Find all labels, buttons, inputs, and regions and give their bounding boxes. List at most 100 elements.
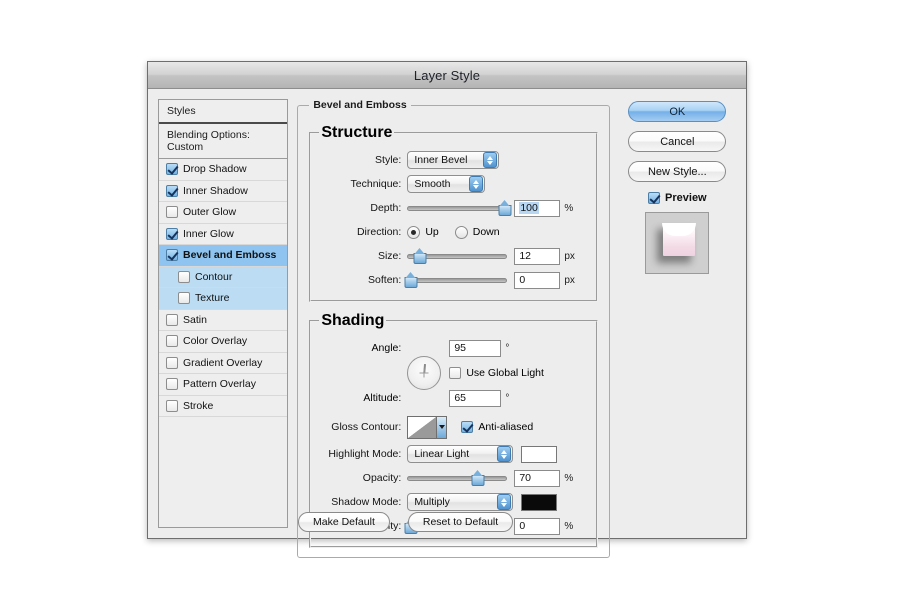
preview-checkbox[interactable] — [648, 192, 661, 204]
highlight-mode-select[interactable]: Linear Light — [407, 445, 514, 463]
slider-thumb[interactable] — [404, 272, 418, 288]
sidebar-item-label: Inner Shadow — [183, 184, 248, 197]
sidebar-item-pattern-overlay[interactable]: Pattern Overlay — [159, 374, 288, 396]
layer-style-dialog: Layer Style Styles Blending Options: Cus… — [147, 61, 747, 558]
chevron-down-icon[interactable] — [436, 416, 447, 438]
new-style-button[interactable]: New Style... — [628, 161, 727, 182]
effect-checkbox[interactable] — [178, 270, 190, 283]
slider-thumb[interactable] — [498, 200, 512, 216]
dialog-actions: OK Cancel New Style... Preview — [619, 99, 736, 539]
dialog-title: Layer Style — [413, 67, 481, 83]
sidebar-item-label: Stroke — [183, 399, 214, 412]
sidebar-item-texture[interactable]: Texture — [159, 288, 288, 310]
gloss-contour-label: Gloss Contour: — [331, 421, 402, 433]
sidebar-header-styles[interactable]: Styles — [159, 100, 288, 124]
cancel-button[interactable]: Cancel — [628, 131, 727, 152]
style-select[interactable]: Inner Bevel — [407, 151, 500, 169]
depth-input[interactable]: 100 — [514, 199, 561, 217]
shadow-color-swatch[interactable] — [521, 493, 558, 511]
altitude-value-row: 65 ° — [449, 386, 587, 410]
anti-aliased-checkbox[interactable] — [461, 421, 474, 433]
sidebar-item-bevel-and-emboss[interactable]: Bevel and Emboss — [159, 245, 288, 267]
size-label: Size: — [377, 250, 402, 262]
effect-checkbox[interactable] — [166, 378, 178, 391]
effect-checkbox[interactable] — [166, 313, 178, 326]
gloss-contour-picker[interactable] — [407, 415, 448, 439]
sidebar-item-outer-glow[interactable]: Outer Glow — [159, 202, 288, 224]
effect-checkbox[interactable] — [166, 335, 178, 348]
shadow-mode-select[interactable]: Multiply — [407, 493, 514, 511]
sidebar-item-blending-options[interactable]: Blending Options: Custom — [159, 124, 288, 159]
technique-value: Smooth — [414, 178, 451, 190]
sidebar-item-gradient-overlay[interactable]: Gradient Overlay — [159, 353, 288, 374]
effect-checkbox[interactable] — [166, 206, 178, 219]
sidebar-effects-list: Drop Shadow Inner Shadow Outer Glow Inner G… — [159, 159, 288, 527]
direction-label: Direction: — [356, 226, 402, 238]
use-global-light-label: Use Global Light — [466, 367, 544, 379]
stepper-icon[interactable] — [497, 494, 512, 510]
size-input[interactable]: 12 — [514, 247, 561, 265]
highlight-mode-label: Highlight Mode: — [328, 448, 402, 460]
direction-down-radio[interactable] — [454, 225, 468, 239]
sidebar-item-satin[interactable]: Satin — [159, 310, 288, 331]
soften-input[interactable]: 0 — [514, 271, 561, 289]
use-global-light-checkbox[interactable] — [449, 367, 462, 379]
effect-checkbox[interactable] — [166, 163, 178, 176]
dialog-titlebar: Layer Style — [148, 62, 746, 89]
global-light-row: Use Global Light — [449, 360, 587, 386]
effect-checkbox[interactable] — [166, 227, 178, 240]
angle-input[interactable]: 95 — [449, 339, 502, 357]
sidebar-item-label: Texture — [195, 292, 230, 305]
make-default-button[interactable]: Make Default — [298, 512, 390, 532]
altitude-label: Altitude: — [363, 392, 402, 404]
size-slider[interactable] — [407, 248, 508, 264]
stepper-icon[interactable] — [497, 446, 512, 462]
direction-row: Direction: Up Down — [319, 220, 587, 244]
altitude-input[interactable]: 65 — [449, 389, 502, 407]
stepper-icon[interactable] — [483, 152, 498, 168]
depth-unit: % — [564, 202, 574, 214]
effect-checkbox[interactable] — [166, 356, 178, 369]
ok-button[interactable]: OK — [628, 101, 727, 122]
sidebar-item-color-overlay[interactable]: Color Overlay — [159, 331, 288, 353]
thumbnail-shape — [662, 223, 697, 256]
technique-select[interactable]: Smooth — [407, 175, 486, 193]
effect-checkbox[interactable] — [166, 399, 178, 412]
dial-crosshair-icon — [419, 368, 429, 378]
direction-up-radio[interactable] — [407, 225, 421, 239]
sidebar-item-stroke[interactable]: Stroke — [159, 396, 288, 417]
sidebar-item-inner-shadow[interactable]: Inner Shadow — [159, 181, 288, 202]
gloss-contour-row: Gloss Contour: Anti-aliased — [319, 412, 587, 442]
direction-up-label: Up — [425, 226, 439, 238]
depth-label: Depth: — [370, 202, 402, 214]
highlight-opacity-slider[interactable] — [407, 470, 508, 486]
slider-thumb[interactable] — [471, 470, 485, 486]
sidebar-item-label: Drop Shadow — [183, 163, 247, 176]
effect-checkbox[interactable] — [166, 184, 178, 197]
shadow-opacity-input[interactable]: 0 — [514, 517, 561, 535]
preview-toggle-row: Preview — [648, 192, 707, 204]
slider-thumb[interactable] — [413, 248, 427, 264]
anti-aliased-label: Anti-aliased — [478, 421, 534, 433]
stepper-icon[interactable] — [469, 176, 484, 192]
highlight-opacity-unit: % — [564, 472, 574, 484]
highlight-opacity-input[interactable]: 70 — [514, 469, 561, 487]
angle-value: 95 — [454, 342, 466, 354]
dialog-footer: Make Default Reset to Default — [298, 512, 514, 532]
depth-slider[interactable] — [407, 200, 512, 216]
effect-checkbox[interactable] — [166, 249, 178, 262]
altitude-value: 65 — [454, 392, 466, 404]
sidebar-item-label: Pattern Overlay — [183, 378, 256, 391]
sidebar-item-drop-shadow[interactable]: Drop Shadow — [159, 159, 288, 181]
sidebar-item-label: Contour — [195, 270, 233, 283]
soften-slider[interactable] — [404, 272, 508, 288]
effect-checkbox[interactable] — [178, 292, 190, 305]
sidebar-item-contour[interactable]: Contour — [159, 266, 288, 288]
angle-dial[interactable] — [407, 356, 442, 390]
direction-down-label: Down — [472, 226, 500, 238]
sidebar-item-inner-glow[interactable]: Inner Glow — [159, 224, 288, 245]
sidebar-item-label: Satin — [183, 313, 207, 326]
highlight-color-swatch[interactable] — [521, 445, 558, 463]
reset-to-default-button[interactable]: Reset to Default — [407, 512, 514, 532]
sidebar-item-label: Outer Glow — [183, 206, 237, 219]
